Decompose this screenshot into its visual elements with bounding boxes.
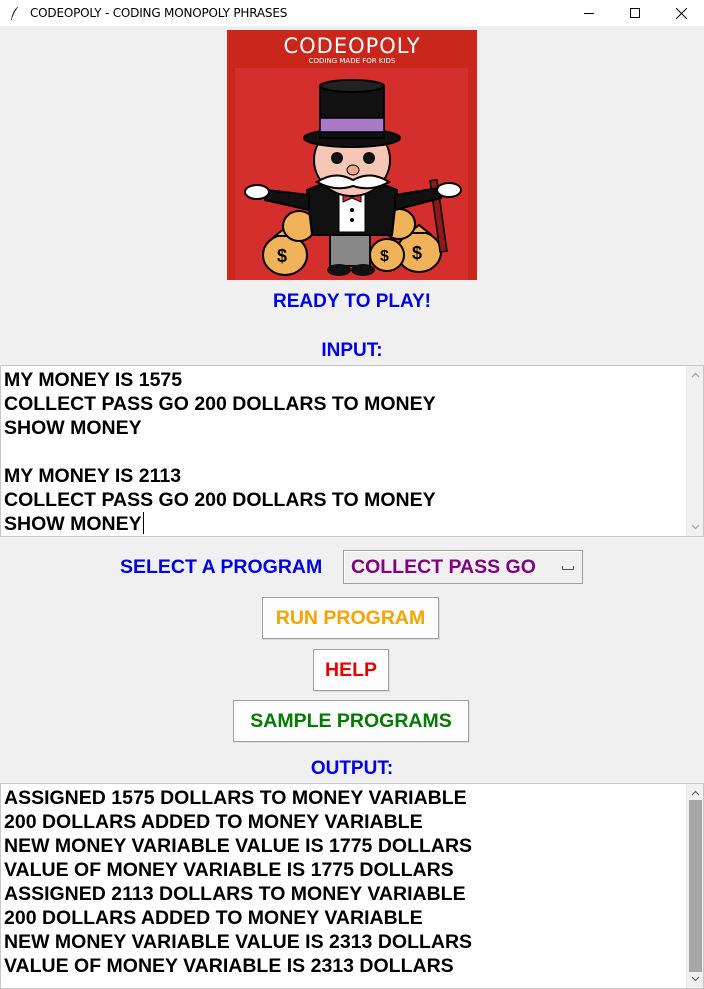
input-line	[4, 440, 436, 464]
close-button[interactable]	[658, 0, 704, 26]
input-textbox[interactable]: MY MONEY IS 1575 COLLECT PASS GO 200 DOLL…	[0, 365, 704, 537]
monopoly-man-illustration: $ $ $	[227, 30, 477, 280]
maximize-icon	[630, 8, 640, 18]
scrollbar-thumb[interactable]	[689, 800, 702, 972]
text-caret	[142, 512, 144, 534]
output-textbox[interactable]: ASSIGNED 1575 DOLLARS TO MONEY VARIABLE 2…	[0, 783, 704, 989]
output-line: VALUE OF MONEY VARIABLE IS 1775 DOLLARS	[4, 859, 454, 881]
input-label: INPUT:	[321, 340, 383, 361]
input-line: MY MONEY IS 2113	[4, 465, 182, 487]
output-line: NEW MONEY VARIABLE VALUE IS 2313 DOLLARS	[4, 931, 473, 953]
input-line: COLLECT PASS GO 200 DOLLARS TO MONEY	[4, 489, 436, 511]
sample-programs-button[interactable]: SAMPLE PROGRAMS	[233, 700, 469, 742]
output-line: 200 DOLLARS ADDED TO MONEY VARIABLE	[4, 907, 423, 929]
program-dropdown-value: COLLECT PASS GO	[351, 556, 536, 578]
scroll-down-icon[interactable]	[691, 974, 700, 983]
window-title: CODEOPOLY - CODING MONOPOLY PHRASES	[30, 6, 288, 20]
codeopoly-logo: $ $ $ CODEOPOLY CODING MADE FOR KIDS	[227, 30, 477, 280]
input-scrollbar[interactable]	[686, 366, 703, 536]
status-label: READY TO PLAY!	[272, 291, 432, 312]
output-line: 200 DOLLARS ADDED TO MONEY VARIABLE	[4, 811, 423, 833]
output-line: ASSIGNED 1575 DOLLARS TO MONEY VARIABLE	[4, 787, 467, 809]
scroll-down-icon[interactable]	[691, 522, 700, 531]
input-text[interactable]: MY MONEY IS 1575 COLLECT PASS GO 200 DOLL…	[4, 368, 436, 536]
close-icon	[675, 7, 687, 19]
svg-text:$: $	[412, 243, 422, 263]
svg-text:$: $	[380, 248, 389, 265]
output-line: VALUE OF MONEY VARIABLE IS 2313 DOLLARS	[4, 955, 454, 977]
maximize-button[interactable]	[612, 0, 658, 26]
feather-icon	[11, 5, 20, 20]
svg-text:$: $	[277, 246, 287, 266]
output-line: ASSIGNED 2113 DOLLARS TO MONEY VARIABLE	[4, 883, 466, 905]
logo-title: CODEOPOLY	[283, 34, 421, 58]
scroll-up-icon[interactable]	[691, 371, 700, 380]
input-line: SHOW MONEY	[4, 417, 142, 439]
dropdown-indicator-icon	[562, 566, 574, 570]
input-line: COLLECT PASS GO 200 DOLLARS TO MONEY	[4, 393, 436, 415]
output-line: NEW MONEY VARIABLE VALUE IS 1775 DOLLARS	[4, 835, 473, 857]
minimize-button[interactable]	[566, 0, 612, 26]
input-line-last: SHOW MONEY	[4, 512, 144, 535]
output-label: OUTPUT:	[310, 758, 394, 779]
scroll-up-icon[interactable]	[691, 789, 700, 798]
logo-subtitle: CODING MADE FOR KIDS	[308, 57, 396, 65]
run-program-button[interactable]: RUN PROGRAM	[262, 597, 439, 639]
select-program-label: SELECT A PROGRAM	[120, 556, 323, 578]
help-button[interactable]: HELP	[313, 649, 389, 691]
title-bar: CODEOPOLY - CODING MONOPOLY PHRASES	[0, 0, 704, 26]
minimize-icon	[584, 13, 594, 14]
output-scrollbar[interactable]	[686, 784, 703, 988]
output-text: ASSIGNED 1575 DOLLARS TO MONEY VARIABLE 2…	[4, 786, 472, 978]
input-line: MY MONEY IS 1575	[4, 369, 183, 391]
program-dropdown[interactable]: COLLECT PASS GO	[343, 550, 583, 584]
